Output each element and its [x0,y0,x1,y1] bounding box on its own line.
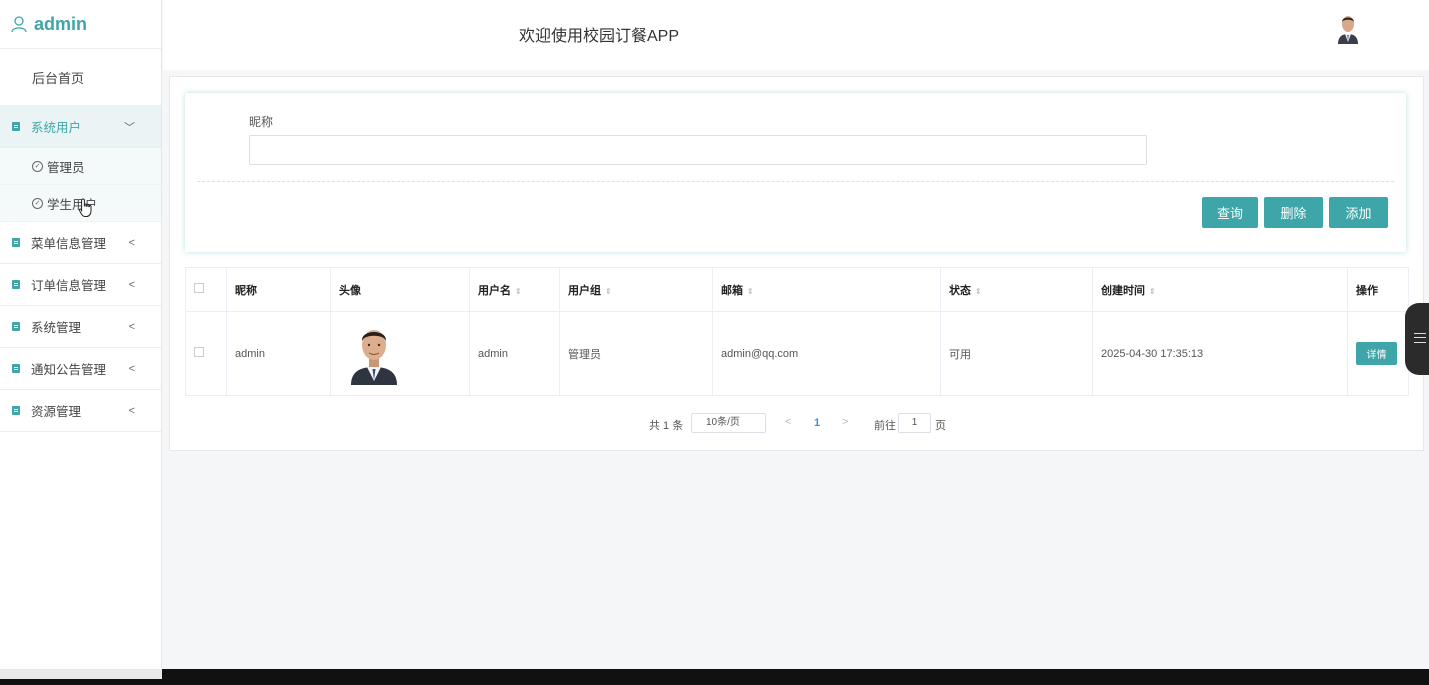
column-header-avatar: 头像 [330,267,470,312]
detail-button[interactable]: 详情 [1356,342,1397,365]
goto-label: 前往 [874,420,896,432]
sidebar-group-label: 系统管理 [31,321,82,335]
avatar[interactable] [1335,12,1361,44]
check-circle-icon: ✓ [32,197,43,209]
hand-cursor-icon [78,198,92,217]
cell-actions: 详情 [1347,311,1409,396]
sidebar-group-resources[interactable]: 资源管理 < [0,390,161,432]
sort-icon[interactable]: ⇕ [515,287,522,296]
page-unit-label: 页 [935,420,946,432]
column-header-created[interactable]: 创建时间 ⇕ [1092,267,1348,312]
cell-email: admin@qq.com [712,311,941,396]
pagination-total: 共 1 条 [649,420,684,432]
sort-icon[interactable]: ⇕ [1149,287,1156,296]
user-icon [11,16,27,33]
main-panel: 昵称 查询 删除 添加 昵称 头像 用户名 ⇕ 用户组 ⇕ 邮箱 ⇕ 状态 ⇕ 创建时间… [169,76,1424,451]
document-icon [12,238,20,247]
check-circle-icon: ✓ [32,160,43,172]
floating-menu-handle[interactable] [1405,303,1429,375]
cell-status: 可用 [940,311,1093,396]
delete-button[interactable]: 删除 [1264,197,1323,228]
bottom-bar [0,669,1429,685]
chevron-down-icon: ﹀ [124,121,135,134]
sidebar-group-menu-info[interactable]: 菜单信息管理 < [0,222,161,264]
sidebar-group-label: 资源管理 [31,405,82,419]
prev-page-button[interactable]: < [785,416,791,428]
column-header-group[interactable]: 用户组 ⇕ [559,267,713,312]
select-all-cell[interactable] [185,267,227,312]
column-header-actions: 操作 [1347,267,1409,312]
sidebar-item-label: 管理员 [47,160,85,175]
row-checkbox[interactable] [194,347,204,357]
sidebar-group-label: 系统用户 [31,121,82,135]
sort-icon[interactable]: ⇕ [605,287,612,296]
column-header-nickname: 昵称 [226,267,331,312]
document-icon [12,406,20,415]
cell-nickname: admin [226,311,331,396]
divider [197,181,1394,182]
sidebar-footer-strip [0,669,162,679]
column-header-username[interactable]: 用户名 ⇕ [469,267,560,312]
cell-avatar [330,311,470,396]
sidebar-group-system-users[interactable]: 系统用户 ﹀ [0,106,161,148]
chevron-left-icon: < [128,236,135,249]
query-button[interactable]: 查询 [1202,197,1258,228]
column-header-status[interactable]: 状态 ⇕ [940,267,1093,312]
page-number[interactable]: 1 [814,417,820,429]
document-icon [12,364,20,373]
chevron-left-icon: < [128,404,135,417]
list-icon [1414,333,1426,343]
cell-group: 管理员 [559,311,713,396]
brand-label: admin [34,13,88,34]
sidebar-group-label: 通知公告管理 [31,363,107,377]
nickname-label: 昵称 [249,115,274,129]
brand: admin [0,0,161,49]
add-button[interactable]: 添加 [1329,197,1388,228]
chevron-left-icon: < [128,362,135,375]
search-card: 昵称 查询 删除 添加 [185,93,1406,252]
select-all-checkbox[interactable] [194,283,204,293]
chevron-left-icon: < [128,278,135,291]
document-icon [12,280,20,289]
document-icon [12,322,20,331]
user-avatar-image [351,329,397,385]
sidebar-item-admin[interactable]: ✓ 管理员 [0,148,161,185]
nickname-input[interactable] [249,135,1147,165]
top-header: 欢迎使用校园订餐APP [163,0,1429,70]
table-row: admin admin 管理员 admin@qq.com 可用 2025-04-… [185,311,1409,396]
page-title: 欢迎使用校园订餐APP [519,28,680,45]
sidebar-group-system-admin[interactable]: 系统管理 < [0,306,161,348]
row-select-cell[interactable] [185,311,227,396]
next-page-button[interactable]: > [842,416,848,428]
page-size-select[interactable]: 10条/页 [691,413,766,433]
table-header-row: 昵称 头像 用户名 ⇕ 用户组 ⇕ 邮箱 ⇕ 状态 ⇕ 创建时间 ⇕ 操作 [185,267,1409,312]
cell-created: 2025-04-30 17:35:13 [1092,311,1348,396]
goto-page-input[interactable]: 1 [898,413,931,433]
sidebar-group-label: 订单信息管理 [31,279,107,293]
sidebar-group-label: 菜单信息管理 [31,237,107,251]
sidebar-group-order-info[interactable]: 订单信息管理 < [0,264,161,306]
chevron-left-icon: < [128,320,135,333]
sidebar-group-notices[interactable]: 通知公告管理 < [0,348,161,390]
document-icon [12,122,20,131]
sidebar-item-home[interactable]: 后台首页 [0,49,161,106]
column-header-email[interactable]: 邮箱 ⇕ [712,267,941,312]
sidebar: admin 后台首页 系统用户 ﹀ ✓ 管理员 ✓ 学生用户 菜单信息管理 < … [0,0,162,669]
users-table: 昵称 头像 用户名 ⇕ 用户组 ⇕ 邮箱 ⇕ 状态 ⇕ 创建时间 ⇕ 操作 admin [185,267,1409,396]
sort-icon[interactable]: ⇕ [747,287,754,296]
sort-icon[interactable]: ⇕ [975,287,982,296]
cell-username: admin [469,311,560,396]
pagination: 共 1 条 10条/页 < 1 > 前往 1 页 [170,411,1425,435]
